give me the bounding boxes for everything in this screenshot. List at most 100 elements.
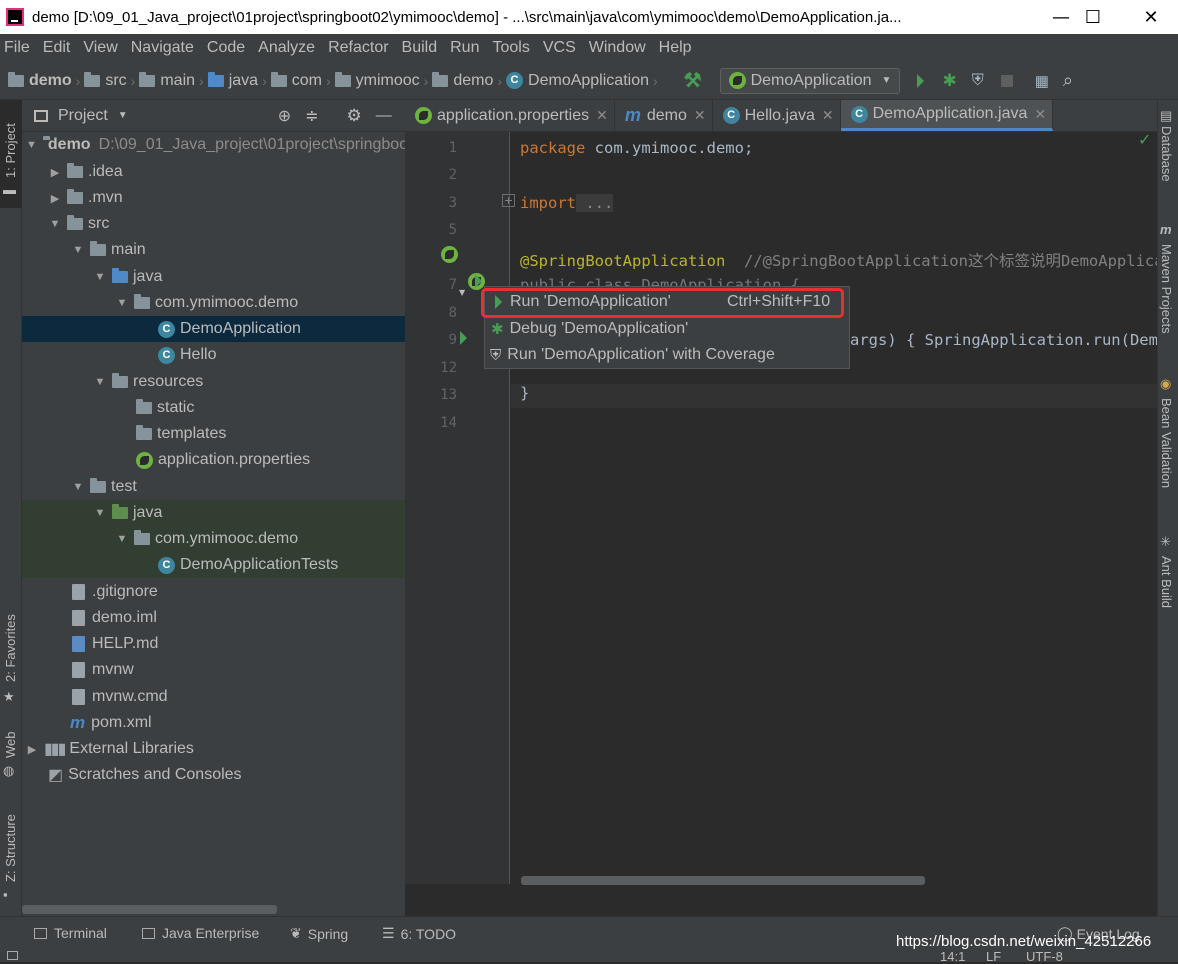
tree-node-idea[interactable]: ▶ .idea (22, 159, 405, 185)
breadcrumb-ymimooc[interactable]: ymimooc (334, 71, 420, 90)
tab-demo[interactable]: m demo ✕ (615, 100, 713, 131)
menu-window[interactable]: Window (589, 39, 646, 57)
expand-arrow-icon[interactable]: ▼ (116, 297, 128, 309)
expand-arrow-icon[interactable]: ▶ (49, 192, 61, 205)
close-icon[interactable]: ✕ (694, 107, 706, 124)
expand-arrow-icon[interactable]: ▼ (116, 533, 128, 545)
tree-node-test-package[interactable]: ▼ com.ymimooc.demo (22, 526, 405, 552)
code-line-13[interactable]: } (520, 384, 529, 402)
collapse-all-icon[interactable]: ≑ (305, 106, 318, 126)
menu-analyze[interactable]: Analyze (258, 39, 315, 57)
expand-arrow-icon[interactable]: ▼ (49, 218, 61, 230)
expand-arrow-icon[interactable]: ▶ (49, 166, 61, 179)
tree-node-gitignore[interactable]: .gitignore (22, 579, 405, 605)
tree-node-demoapplicationtests[interactable]: C DemoApplicationTests (22, 552, 405, 578)
project-structure-icon[interactable]: ▦ (1035, 72, 1049, 90)
tree-node-src[interactable]: ▼ src (22, 211, 405, 237)
tree-node-resources[interactable]: ▼ resources (22, 369, 405, 395)
run-gutter-icon[interactable] (475, 274, 482, 288)
tree-node-main[interactable]: ▼ main (22, 237, 405, 263)
close-window-button[interactable]: ✕ (1128, 0, 1174, 34)
breadcrumb-demo[interactable]: demo (8, 71, 72, 90)
tree-node-mvnw[interactable]: mvnw (22, 657, 405, 683)
expand-arrow-icon[interactable]: ▼ (26, 139, 37, 151)
tab-hello-java[interactable]: C Hello.java ✕ (713, 100, 841, 131)
run-icon[interactable] (917, 73, 925, 88)
chevron-down-icon[interactable]: ▼ (118, 110, 128, 121)
tool-tab-spring[interactable]: ❦ Spring (290, 925, 348, 942)
debug-bug-icon[interactable]: ✱ (942, 71, 956, 91)
gear-icon[interactable]: ⚙ (347, 106, 362, 126)
tab-application-properties[interactable]: application.properties ✕ (405, 100, 615, 131)
run-main-gutter-icon[interactable] (460, 331, 467, 345)
search-icon[interactable]: ⌕ (1063, 70, 1073, 91)
breadcrumb-com[interactable]: com (270, 71, 322, 90)
tool-windows-toggle-icon[interactable] (7, 951, 18, 960)
stop-icon[interactable] (1000, 74, 1013, 87)
tree-node-scratches[interactable]: ◩ Scratches and Consoles (22, 762, 405, 788)
tree-node-demo[interactable]: ▼ demo D:\09_01_Java_project\01project\s… (22, 132, 405, 158)
tree-node-demoapplication[interactable]: C DemoApplication (22, 316, 405, 342)
tree-node-application-properties[interactable]: application.properties (22, 447, 405, 473)
horizontal-scrollbar[interactable] (22, 905, 277, 914)
breadcrumb-demo-package[interactable]: demo (432, 71, 493, 90)
fold-expand-icon[interactable]: + (502, 194, 515, 207)
menu-run[interactable]: Run (450, 39, 479, 57)
expand-arrow-icon[interactable]: ▼ (72, 244, 84, 256)
menu-view[interactable]: View (83, 39, 117, 57)
code-line-6[interactable]: @SpringBootApplication //@SpringBootAppl… (520, 249, 1164, 271)
breadcrumb-main[interactable]: main (139, 71, 195, 90)
tree-node-mvnw-cmd[interactable]: mvnw.cmd (22, 684, 405, 710)
expand-arrow-icon[interactable]: ▼ (94, 376, 106, 388)
menu-code[interactable]: Code (207, 39, 245, 57)
tool-tab-web[interactable]: Web ◍ (0, 725, 22, 785)
locate-crosshair-icon[interactable]: ⊕ (278, 106, 291, 126)
hide-panel-icon[interactable]: — (376, 107, 392, 125)
tree-node-pom-xml[interactable]: m pom.xml (22, 710, 405, 736)
menu-navigate[interactable]: Navigate (131, 39, 194, 57)
popup-item-coverage[interactable]: ⛨ Run 'DemoApplication' with Coverage (485, 342, 849, 368)
expand-arrow-icon[interactable]: ▼ (94, 507, 106, 519)
popup-item-debug[interactable]: ✱ Debug 'DemoApplication' (485, 316, 849, 342)
menu-build[interactable]: Build (402, 39, 438, 57)
tree-node-templates[interactable]: templates (22, 421, 405, 447)
code-line-3[interactable]: import ... (520, 194, 614, 212)
dropdown-arrow-icon[interactable]: ▼ (459, 288, 465, 297)
tree-node-demo-iml[interactable]: demo.iml (22, 605, 405, 631)
tree-node-main-package[interactable]: ▼ com.ymimooc.demo (22, 290, 405, 316)
tree-node-test-java[interactable]: ▼ java (22, 500, 405, 526)
menu-vcs[interactable]: VCS (543, 39, 576, 57)
tool-tab-todo[interactable]: ☰ 6: TODO (382, 925, 456, 942)
tool-tab-project[interactable]: 1: Project ▬ (0, 100, 22, 208)
maximize-button[interactable]: ☐ (1070, 0, 1116, 34)
close-icon[interactable]: ✕ (1034, 106, 1046, 123)
tree-node-test[interactable]: ▼ test (22, 474, 405, 500)
tree-node-mvn[interactable]: ▶ .mvn (22, 185, 405, 211)
menu-edit[interactable]: Edit (43, 39, 71, 57)
spring-bean-gutter-icon[interactable] (441, 246, 458, 263)
run-with-coverage-icon[interactable]: ⛨ (972, 72, 984, 90)
breadcrumb-java[interactable]: java (207, 71, 258, 90)
menu-file[interactable]: File (4, 39, 30, 57)
tree-node-external-libraries[interactable]: ▶ ▮▮▮ External Libraries (22, 736, 405, 762)
code-line-9[interactable]: args) { SpringApplication.run(Demo (850, 331, 1167, 349)
editor-horizontal-scrollbar[interactable] (521, 876, 925, 885)
build-hammer-icon[interactable]: ⚒ (684, 68, 702, 93)
tree-node-help-md[interactable]: HELP.md (22, 631, 405, 657)
close-icon[interactable]: ✕ (822, 107, 834, 124)
folded-imports[interactable]: ... (576, 194, 614, 212)
expand-arrow-icon[interactable]: ▼ (72, 481, 84, 493)
tree-node-static[interactable]: static (22, 395, 405, 421)
expand-arrow-icon[interactable]: ▶ (26, 743, 38, 756)
tool-tab-favorites[interactable]: 2: Favorites ★ (0, 605, 22, 715)
menu-tools[interactable]: Tools (492, 39, 529, 57)
project-panel-title[interactable]: Project (58, 107, 108, 125)
expand-arrow-icon[interactable]: ▼ (94, 271, 106, 283)
breadcrumb-src[interactable]: src (84, 71, 127, 90)
menu-refactor[interactable]: Refactor (328, 39, 388, 57)
run-configuration-select[interactable]: DemoApplication ▼ (719, 67, 901, 94)
tool-tab-structure[interactable]: Z: Structure ▪ (0, 805, 22, 905)
tree-node-main-java[interactable]: ▼ java (22, 264, 405, 290)
inspection-ok-check-icon[interactable]: ✓ (1138, 130, 1151, 149)
tab-demoapplication-java[interactable]: C DemoApplication.java ✕ (840, 100, 1054, 131)
